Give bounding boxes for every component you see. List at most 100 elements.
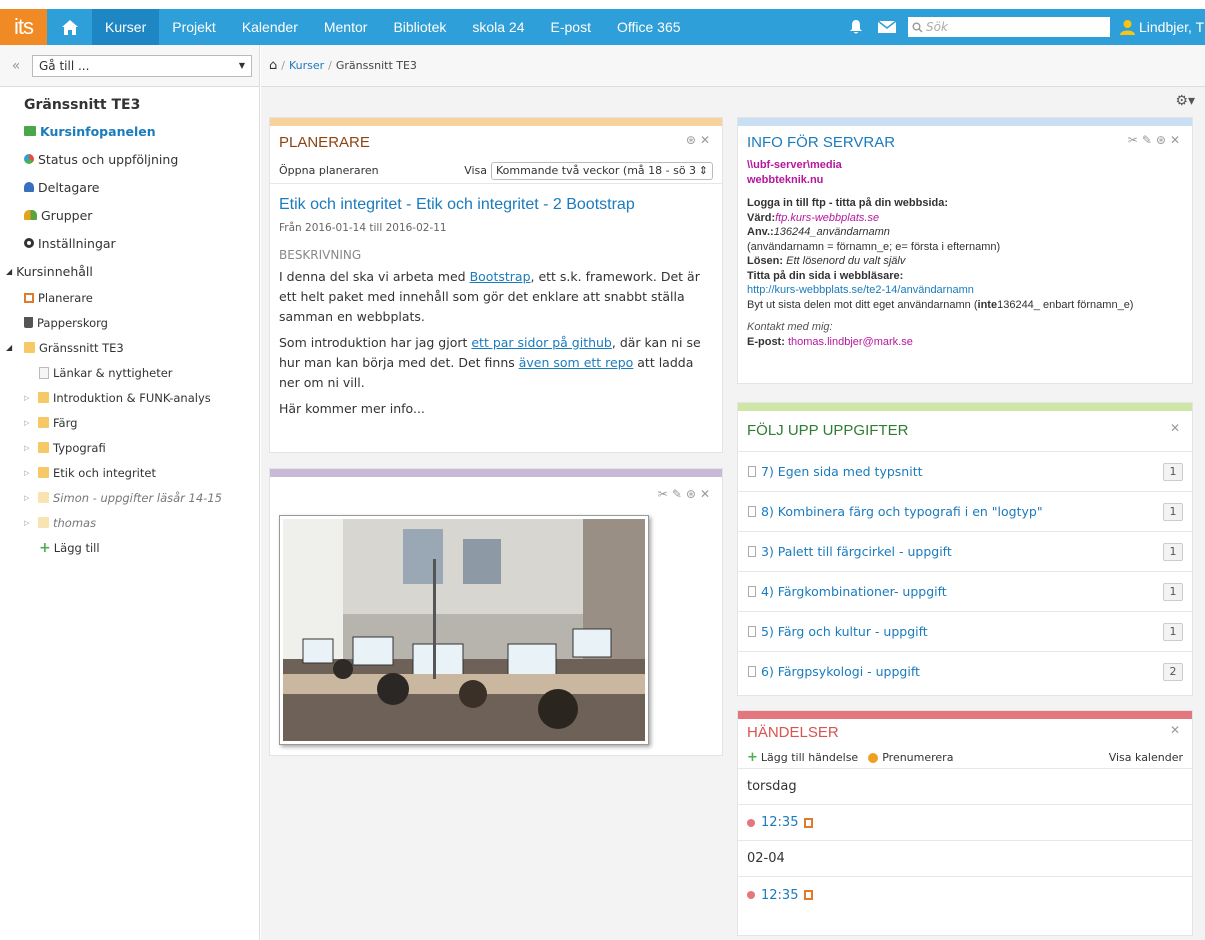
sidebar-item-status[interactable]: Status och uppföljning: [0, 145, 259, 173]
user-menu[interactable]: Lindbjer, Thomas: [1120, 19, 1205, 35]
tree-item-typografi[interactable]: ▷ Typografi: [0, 435, 259, 460]
nav-bibliotek[interactable]: Bibliotek: [380, 9, 459, 45]
sidebar-item-label: Grupper: [41, 207, 93, 223]
home-button[interactable]: [47, 9, 92, 45]
period-select[interactable]: Kommande två veckor (må 18 - sö 3 ⇕: [491, 161, 713, 180]
tasks-close-icon[interactable]: ✕: [1170, 421, 1184, 435]
open-planner-link[interactable]: Öppna planeraren: [279, 164, 379, 177]
site-url-link[interactable]: http://kurs-webbplats.se/te2-14/användar…: [747, 283, 1183, 298]
event-time[interactable]: 12:35: [761, 815, 798, 830]
tree-item-introduktion[interactable]: ▷ Introduktion & FUNK-analys: [0, 385, 259, 410]
task-count-badge: 2: [1163, 662, 1183, 681]
tree-item-lankar[interactable]: Länkar & nyttigheter: [0, 360, 259, 385]
planner-item-title[interactable]: Etik och integritet - Etik och integrite…: [279, 196, 713, 214]
settings-gear-icon[interactable]: ⚙▾: [1175, 93, 1195, 109]
crumb-current: Gränssnitt TE3: [335, 59, 417, 72]
image-tools[interactable]: ✂✎⊛✕: [658, 487, 714, 501]
sidebar-item-label: Kursinfopanelen: [40, 123, 156, 139]
nav-epost[interactable]: E-post: [538, 9, 604, 45]
collapsed-arrow-icon: ▷: [24, 518, 30, 527]
events-close-icon[interactable]: ✕: [1170, 723, 1184, 737]
sidebar-item-grupper[interactable]: Grupper: [0, 201, 259, 229]
events-panel: HÄNDELSER ✕ + Lägg till händelse Prenume…: [737, 710, 1193, 936]
collapse-sidebar-icon[interactable]: «: [0, 58, 32, 74]
tasks-panel: FÖLJ UPP UPPGIFTER ✕ 7) Egen sida med ty…: [737, 402, 1193, 696]
tree-item-etik[interactable]: ▷ Etik och integritet: [0, 460, 259, 485]
classroom-photo: [279, 515, 649, 745]
email-value: thomas.lindbjer@mark.se: [784, 335, 913, 348]
task-link[interactable]: 4) Färgkombinationer- uppgift: [761, 584, 947, 599]
nav-kurser[interactable]: Kurser: [92, 9, 160, 45]
server-path: \\ubf-server\media: [747, 159, 842, 171]
content-header[interactable]: ◢ Kursinnehåll: [0, 257, 259, 285]
password-value: Ett lösenord du valt själv: [783, 255, 906, 267]
show-calendar-link[interactable]: Visa kalender: [1109, 751, 1183, 764]
planner-tools[interactable]: ⊛✕: [686, 133, 714, 147]
bell-icon[interactable]: [848, 19, 864, 35]
host-line: Värd:ftp.kurs-webbplats.se: [747, 211, 1183, 226]
add-event-link[interactable]: Lägg till händelse: [761, 751, 858, 764]
nav-kalender[interactable]: Kalender: [229, 9, 311, 45]
task-link[interactable]: 5) Färg och kultur - uppgift: [761, 624, 928, 639]
collapsed-arrow-icon: ▷: [24, 443, 30, 452]
tree-item-gransnitt-te3[interactable]: ◢ Gränssnitt TE3: [0, 335, 259, 360]
task-row[interactable]: 8) Kombinera färg och typografi i en "lo…: [738, 491, 1192, 531]
tree-item-label: Typografi: [53, 440, 106, 455]
task-link[interactable]: 8) Kombinera färg och typografi i en "lo…: [761, 504, 1043, 519]
nav-office365[interactable]: Office 365: [604, 9, 694, 45]
crumb-kurser[interactable]: Kurser: [289, 59, 324, 72]
tree-item-simon[interactable]: ▷ Simon - uppgifter läsår 14-15: [0, 485, 259, 510]
planner-paragraph: Här kommer mer info...: [279, 401, 425, 416]
task-link[interactable]: 6) Färgpsykologi - uppgift: [761, 664, 920, 679]
task-doc-icon: [748, 626, 756, 637]
tree-item-label: Gränssnitt TE3: [39, 340, 124, 355]
tasks-title: FÖLJ UPP UPPGIFTER: [747, 422, 909, 439]
event-time[interactable]: 12:35: [761, 888, 798, 903]
folder-icon: [38, 417, 49, 428]
collapsed-arrow-icon: ▷: [24, 468, 30, 477]
subscribe-link[interactable]: Prenumerera: [882, 751, 953, 764]
tasks-stripe: [738, 403, 1192, 411]
goto-bar: « Gå till ... ▼: [0, 45, 259, 87]
tree-item-planerare[interactable]: Planerare: [0, 285, 259, 310]
task-row[interactable]: 6) Färgpsykologi - uppgift 2: [738, 651, 1192, 691]
home-crumb-icon[interactable]: ⌂: [269, 58, 277, 73]
tree-item-farg[interactable]: ▷ Färg: [0, 410, 259, 435]
github-link[interactable]: ett par sidor på github: [471, 335, 612, 350]
collapsed-arrow-icon: ▷: [24, 393, 30, 402]
task-row[interactable]: 7) Egen sida med typsnitt 1: [738, 451, 1192, 491]
nav-skola24[interactable]: skola 24: [459, 9, 537, 45]
event-item[interactable]: 12:35: [738, 877, 1192, 913]
tree-item-thomas[interactable]: ▷ thomas: [0, 510, 259, 535]
tree-item-papperskorg[interactable]: Papperskorg: [0, 310, 259, 335]
goto-select[interactable]: Gå till ... ▼: [32, 54, 252, 77]
add-content-button[interactable]: + Lägg till: [0, 535, 259, 560]
sidebar-item-deltagare[interactable]: Deltagare: [0, 173, 259, 201]
sidebar-item-kursinfopanelen[interactable]: Kursinfopanelen: [0, 117, 259, 145]
repo-link[interactable]: även som ett repo: [519, 355, 634, 370]
folder-icon: [38, 467, 49, 478]
task-link[interactable]: 3) Palett till färgcirkel - uppgift: [761, 544, 952, 559]
nav-mentor[interactable]: Mentor: [311, 9, 381, 45]
its-logo[interactable]: its: [0, 9, 47, 45]
event-item[interactable]: 12:35: [738, 805, 1192, 841]
plus-icon: +: [747, 750, 758, 765]
nav-projekt[interactable]: Projekt: [159, 9, 229, 45]
contact-label: Kontakt med mig:: [747, 321, 833, 333]
servers-title: INFO FÖR SERVRAR: [747, 134, 896, 151]
bootstrap-link[interactable]: Bootstrap: [470, 269, 531, 284]
task-link[interactable]: 7) Egen sida med typsnitt: [761, 464, 923, 479]
p1-text: I denna del ska vi arbeta med: [279, 269, 470, 284]
search-input[interactable]: Sök: [908, 17, 1110, 37]
search-icon: [912, 22, 923, 33]
tree-item-label: Länkar & nyttigheter: [53, 365, 173, 380]
task-row[interactable]: 3) Palett till färgcirkel - uppgift 1: [738, 531, 1192, 571]
show-label: Visa: [464, 164, 487, 177]
home-icon: [61, 19, 78, 35]
task-row[interactable]: 4) Färgkombinationer- uppgift 1: [738, 571, 1192, 611]
task-row[interactable]: 5) Färg och kultur - uppgift 1: [738, 611, 1192, 651]
mail-icon[interactable]: [878, 20, 896, 34]
sidebar-item-installningar[interactable]: Inställningar: [0, 229, 259, 257]
servers-tools[interactable]: ✂✎⊛✕: [1128, 133, 1184, 147]
user-label: Anv.:: [747, 226, 774, 238]
